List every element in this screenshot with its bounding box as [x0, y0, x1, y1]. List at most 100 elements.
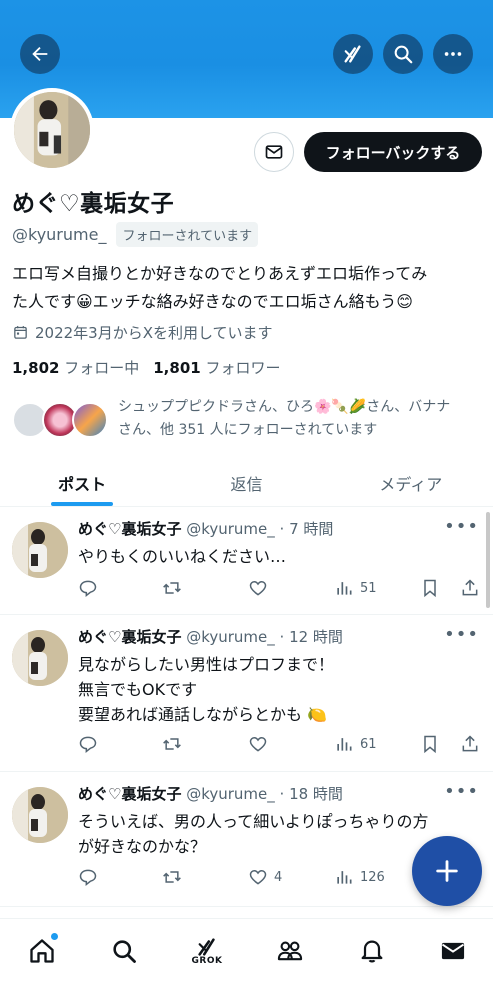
grok-label: GROK	[191, 956, 223, 966]
repost-icon	[163, 582, 181, 594]
bio-line: エロ写メ自撮りとか好きなのでとりあえずエロ垢作ってみ	[12, 264, 428, 283]
avatar	[72, 402, 108, 438]
nav-home[interactable]	[22, 931, 62, 971]
message-button[interactable]	[254, 132, 294, 172]
bio: エロ写メ自撮りとか好きなのでとりあえずエロ垢作ってみ た人です😀エッチな絡み好き…	[12, 260, 482, 316]
post-header: めぐ♡裏垢女子 @kyurume_ · 18 時間	[78, 785, 343, 803]
tab-replies[interactable]: 返信	[164, 460, 328, 506]
follow-stats: 1,802 フォロー中 1,801 フォロワー	[12, 357, 281, 378]
avatar-image	[12, 522, 68, 578]
post-actions: 61	[78, 734, 484, 758]
bar-chart-icon	[337, 738, 352, 751]
heart-icon	[249, 736, 267, 752]
post-header: めぐ♡裏垢女子 @kyurume_ · 7 時間	[78, 520, 334, 538]
post-text: 見ながらしたい男性はプロフまで！ 無言でもOKです 要望あれば通話しながらとかも…	[78, 655, 335, 724]
compose-button[interactable]	[412, 836, 482, 906]
views-button[interactable]: 126	[334, 867, 385, 887]
mutual-followers[interactable]: シュッププピクドラさん、ひろ🌸🍡🌽さん、バナナ さん、他 351 人にフォローさ…	[12, 396, 482, 444]
mutual-line: シュッププピクドラさん、ひろ🌸🍡🌽さん、バナナ	[118, 399, 451, 415]
share-button[interactable]	[460, 578, 480, 598]
more-icon[interactable]: •••	[444, 516, 479, 537]
mutual-text: シュッププピクドラさん、ひろ🌸🍡🌽さん、バナナ さん、他 351 人にフォローさ…	[118, 396, 482, 442]
repost-icon	[163, 738, 181, 750]
arrow-left-icon	[32, 46, 48, 62]
repost-icon	[163, 871, 181, 883]
more-horizontal-icon	[444, 52, 462, 56]
reply-icon	[79, 869, 97, 887]
share-button[interactable]	[460, 734, 480, 754]
grok-button[interactable]	[333, 34, 373, 74]
profile-tabs: ポスト 返信 メディア	[0, 460, 493, 507]
share-icon	[462, 579, 478, 596]
more-icon[interactable]: •••	[444, 781, 479, 802]
like-button[interactable]: 4	[248, 867, 282, 887]
follows-you-badge: フォローされています	[116, 222, 259, 247]
follow-back-button[interactable]: フォローバックする	[304, 132, 482, 172]
profile-avatar[interactable]	[10, 88, 94, 172]
mail-icon	[441, 942, 465, 960]
more-button[interactable]	[433, 34, 473, 74]
post[interactable]: めぐ♡裏垢女子 @kyurume_ · 12 時間 ••• 見ながらしたい男性は…	[0, 616, 493, 772]
mutual-line: さん、他 351 人にフォローされています	[118, 422, 378, 438]
reply-button[interactable]	[78, 734, 104, 754]
reply-icon	[79, 580, 97, 598]
repost-button[interactable]	[162, 867, 188, 887]
bookmark-button[interactable]	[420, 578, 440, 598]
more-icon[interactable]: •••	[444, 624, 479, 645]
search-button[interactable]	[383, 34, 423, 74]
bookmark-icon	[424, 735, 436, 754]
home-icon	[30, 939, 54, 963]
people-icon	[277, 941, 303, 961]
share-icon	[462, 735, 478, 752]
search-icon	[394, 45, 413, 64]
nav-communities[interactable]	[270, 931, 310, 971]
tab-posts[interactable]: ポスト	[0, 460, 164, 506]
repost-button[interactable]	[162, 734, 188, 754]
bar-chart-icon	[337, 871, 352, 884]
avatar-image	[12, 630, 68, 686]
nav-notifications[interactable]	[352, 931, 392, 971]
grok-icon	[198, 938, 215, 956]
bar-chart-icon	[337, 582, 352, 595]
like-button[interactable]	[248, 578, 274, 598]
mail-icon	[265, 145, 283, 159]
bell-icon	[361, 940, 383, 963]
post-header: めぐ♡裏垢女子 @kyurume_ · 12 時間	[78, 628, 343, 646]
avatar[interactable]	[12, 522, 68, 578]
plus-icon	[436, 860, 458, 882]
following-link[interactable]: 1,802 フォロー中	[12, 357, 139, 378]
grok-icon	[344, 45, 361, 63]
nav-search[interactable]	[104, 931, 144, 971]
post[interactable]: めぐ♡裏垢女子 @kyurume_ · 7 時間 ••• やりもくのいいねくださ…	[0, 508, 493, 615]
tab-media[interactable]: メディア	[329, 460, 493, 506]
bio-line: た人です😀エッチな絡み好きなのでエロ垢さん絡もう😊	[12, 292, 413, 311]
joined-text: 2022年3月からXを利用しています	[35, 324, 273, 342]
search-icon	[113, 940, 136, 963]
scrollbar[interactable]	[486, 512, 490, 608]
handle-row: @kyurume_ フォローされています	[12, 222, 259, 247]
repost-button[interactable]	[162, 578, 188, 598]
followers-link[interactable]: 1,801 フォロワー	[153, 357, 280, 378]
views-button[interactable]: 51	[334, 578, 377, 598]
post-text: やりもくのいいねください…	[78, 547, 287, 566]
bookmark-button[interactable]	[420, 734, 440, 754]
heart-icon	[249, 580, 267, 596]
reply-button[interactable]	[78, 578, 104, 598]
nav-messages[interactable]	[433, 931, 473, 971]
reply-icon	[79, 736, 97, 754]
handle: @kyurume_	[12, 225, 107, 244]
joined-date: 2022年3月からXを利用しています	[12, 322, 273, 343]
like-button[interactable]	[248, 734, 274, 754]
bookmark-icon	[424, 579, 436, 598]
notification-dot	[51, 933, 58, 940]
back-button[interactable]	[20, 34, 60, 74]
avatar[interactable]	[12, 787, 68, 843]
heart-icon	[249, 869, 267, 885]
nav-grok[interactable]: GROK	[187, 931, 227, 971]
reply-button[interactable]	[78, 867, 104, 887]
avatar[interactable]	[12, 630, 68, 686]
post-actions: 51	[78, 578, 484, 602]
bottom-nav: GROK	[0, 918, 493, 1000]
views-button[interactable]: 61	[334, 734, 377, 754]
avatar-image	[12, 787, 68, 843]
